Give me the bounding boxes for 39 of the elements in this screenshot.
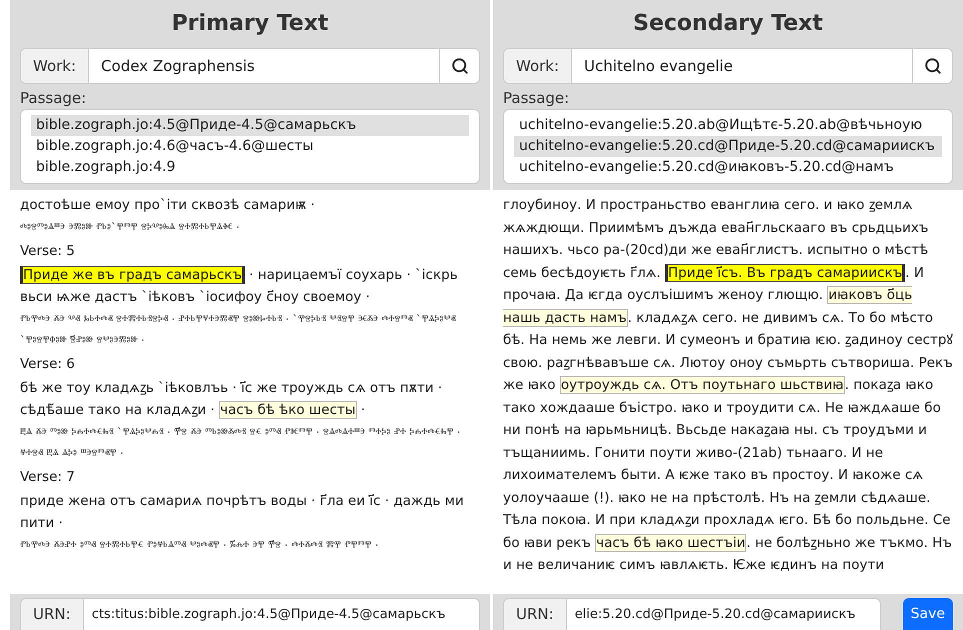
verse-text: бѣ же тоу кладѧꙁь ˋіѣковлъь · і҃с же троуждь сѧ отъ пѫти · сѣдѣ̆аше тако на кладѧꙁи · часъ бѣ ѣко шесты · <box>20 378 444 421</box>
verse-text: достоѣше емоу про`іти сквозѣ самариѭ · <box>20 196 316 215</box>
verse-label: Verse: 7 <box>20 468 75 484</box>
passage-option[interactable]: bible.zograph.jo:4.6@часъ-4.6@шесты <box>31 136 469 157</box>
work-field[interactable]: Work: Codex Zographensis <box>20 48 480 84</box>
verse-label: Verse: 5 <box>20 242 75 258</box>
passage-option[interactable]: bible.zograph.jo:4.9 <box>31 157 469 178</box>
work-field[interactable]: Work: Uchitelno evangelie <box>503 48 953 84</box>
verse-text: приде жена отъ самариѧ почрѣтъ воды · г҃ла еи і҃с · даждь ми пити · <box>20 492 465 533</box>
panel-title: Primary Text <box>172 10 328 38</box>
urn-value: cts:titus:bible.zograph.jo:4.5@Приде-4.5@самарьскъ <box>90 606 447 624</box>
urn-field[interactable]: URN: elie:5.20.cd@Приде-5.20.cd@самариискъ <box>503 598 881 630</box>
verse-text: Приде же въ градъ самарьскъ · нарицаемъї соухарь · ˋіскрь вьси ѩже дастъ ˋіѣковъ ˋіосифоу с҃ноу своемоу · <box>20 264 459 307</box>
search-icon <box>924 57 942 75</box>
urn-label: URN: <box>21 599 84 630</box>
glagolitic-text: ⱂⱃⰹⰴⰵ ⰶⰵ ⰲⱏ ⰳⱃⰰⰴⱏ ⱄⰰⰿⰰⱃⱐⱄⰽⱏ · ⱀⰰⱃⰹⱌⰰⰵⰿⱏⰹ ⱄⱁⱆⱈⰰⱃⱐ · ˋⰹⱄⰽⱃⱐ ⰲⱐⱄⰹ ⱗⰶⰵ ⰴⰰⱄⱅⱏ ˋⰹⱑⰽⱁⰲⱏ ˋⰹⱁⱄⰹⱇⱁⱆ ⱄ҃ⱀⱁⱆ ⱄⰲⱁⰵⰿⱁⱆ · <box>20 312 456 346</box>
verse-label: Verse: 6 <box>20 356 75 372</box>
verse-text: глоубиноу. И пространьство еванглиꙗ сего. и ꙗко ꙁемлѧ жѧждющи. Приимѣмъ дъжда еван҃гльскааго въ срьдцьихъ нашихъ. чьсо ра-(20cd)ди же еван҃глистъ. испытно о мѣстѣ семь бесѣдоуѥть г҃лѧ. Приде і҃съ. Въ градъ самариискъ . И прочаꙗ. Да ѥгда оуслъішимъ женоу глющю. иꙗковъ о҃ць нашь дасть намъ. кладѧꙁѧ сего. не дивимъ сѧ. То бо мѣсто бѣ. На немь же левги. И сумеонъ и братиꙗ ѥю. ꙁадиноу сестрꙋ свою. раꙁгнѣвавъше сѧ. Лютоу оноу съмьрть сътвориша. Рекъ же ꙗко оутроуждь сѧ. Отъ поутьнаго шьствиꙗ. покаꙁа ꙗко тако хождааше бъістро. ꙗко и троудити сѧ. Не ꙗждѧаше бо ни понѣ на ꙗрьмьницѣ. Вьсьде накаꙁаꙗ ны. съ троудъми и тъщаниимь. Гонити поути живо-(21ab) тьнааго. И не лихоимателемъ быти. А ѥже тако въ простоу. И ꙗкоже сѧ уолоучааше (!). ꙗко не на прѣстолѣ. Нъ на ꙁемли сѣдѧаше. Тѣла покоꙗ. И при кладѧꙁи прохладѧ ѥго. Бѣ бо польдьне. Се бо ꙗви рекъ часъ бѣ ꙗко шестъіи. не болѣꙁньно же тъкмо. Нъ и не величаниѥ симъ ꙗвлѧѥть. Ѥже ѥдинъ на поути <box>503 196 953 575</box>
work-label: Work: <box>504 49 572 83</box>
search-icon <box>450 57 468 75</box>
passage-option[interactable]: uchitelno-evangelie:5.20.cd@Приде-5.20.cd@самариискъ <box>514 136 942 157</box>
glagolitic-text: ⰱⱑ ⰶⰵ ⱅⱁⱆ ⰽⰾⰰⰴⱔⰸⱐ ˋⰹⱑⰽⱁⰲⰾⱐ · ⰹ҃ⱄ ⰶⰵ ⱅⱃⱁⱆⰶⰴⱐ ⱄⱔ ⱁⱅⱏ ⱂⱘⱅⰹ · ⱄⱑⰴⱑⰰⱎⰵ ⱅⰰⰽⱁ ⱀⰰ ⰽⰾⰰⰴⱔⰸⰹ · ⱍⰰⱄⱏ ⰱⱑ ⱑⰽⱁ ⱎⰵⱄⱅⱏⰹ · <box>20 426 460 460</box>
urn-field[interactable]: URN: cts:titus:bible.zograph.jo:4.5@Приде-4.5@самарьскъ <box>20 598 480 630</box>
work-label: Work: <box>21 49 90 83</box>
glagolitic-text: ⱂⱃⰹⰴⰵ ⰶⰵⱀⰰ ⱁⱅⱏ ⱄⰰⰿⰰⱃⰹⱔ ⱂⱁⱍⱃⱑⱅⱏ ⰲⱁⰴⱏⰹ · ⰳ҃ⰾⰰ ⰵⰹ ⰹ҃ⱄ · ⰴⰰⰶⰴⱐ ⰿⰹ ⱂⰹⱅⰹ · <box>20 538 378 552</box>
panel-title: Secondary Text <box>633 10 823 38</box>
passage-list[interactable]: bible.zograph.jo:4.5@Приде-4.5@самарьскъ bible.zograph.jo:4.6@часъ-4.6@шесты bible.zograph.jo:4.9 <box>20 109 480 184</box>
passage-option[interactable]: uchitelno-evangelie:5.20.ab@Ищѣтє-5.20.ab@вѣчьноую <box>514 115 942 136</box>
work-value: Uchitelno evangelie <box>583 56 734 77</box>
save-button[interactable]: Save <box>902 598 953 630</box>
passage-option[interactable]: bible.zograph.jo:4.5@Приде-4.5@самарьскъ <box>31 115 469 136</box>
urn-value: elie:5.20.cd@Приде-5.20.cd@самариискъ <box>574 606 857 624</box>
urn-label: URN: <box>504 599 567 630</box>
work-value: Codex Zographensis <box>100 56 256 77</box>
glagolitic-text: ⰴⱁⱄⱅⱁⱑⱎⰵ ⰵⰿⱁⱆ ⱂⱃⱁ`ⰹⱅⰹ ⱄⰽⰲⱁⰸⱑ ⱄⰰⰿⰰⱃⰹⱑⱙ · <box>20 220 240 234</box>
passage-option[interactable]: uchitelno-evangelie:5.20.cd@иꙗковъ-5.20.cd@намъ <box>514 157 942 178</box>
passage-label: Passage: <box>20 88 86 109</box>
passage-list[interactable]: uchitelno-evangelie:5.20.ab@Ищѣтє-5.20.ab@вѣчьноую uchitelno-evangelie:5.20.cd@Приде-5.20.cd@самариискъ uchitelno-evangelie:5.20.cd@иꙗковъ-5.20.cd@намъ <box>503 109 953 184</box>
passage-label: Passage: <box>503 88 570 109</box>
